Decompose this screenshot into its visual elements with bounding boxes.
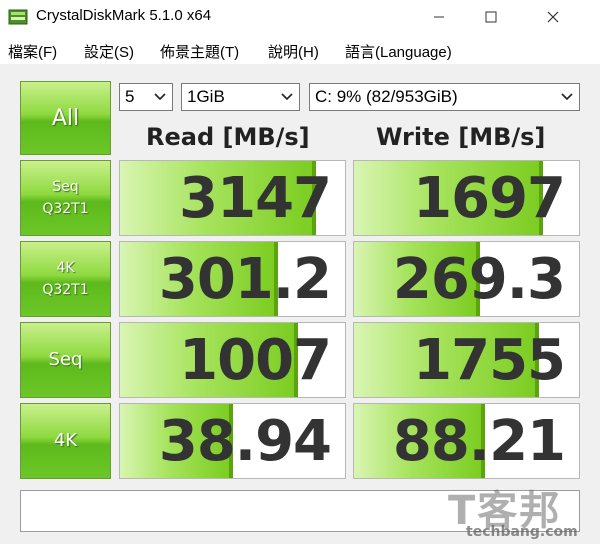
menu-theme[interactable]: 佈景主題(T) (160, 41, 239, 62)
read-header: Read [MB/s] (146, 123, 310, 151)
techbang-watermark: T客邦 techbang.com (440, 478, 600, 544)
4k-q32t1-button[interactable]: 4K Q32T1 (20, 241, 111, 317)
chevron-down-icon (281, 93, 293, 101)
write-value: 88.21 (392, 409, 566, 474)
write-value: 1755 (413, 328, 566, 393)
close-button[interactable] (530, 0, 576, 34)
seq-q32t1-write-cell: 1697 (353, 160, 580, 236)
test-size-select[interactable]: 1GiB (181, 83, 300, 111)
read-value: 1007 (179, 328, 332, 393)
disk-app-icon (8, 9, 28, 25)
read-value: 3147 (179, 166, 332, 231)
close-icon (547, 11, 559, 23)
watermark-url: techbang.com (466, 524, 578, 540)
row-label-line1: 4K (56, 260, 75, 276)
all-button[interactable]: All (20, 81, 111, 155)
4k-write-cell: 88.21 (353, 403, 580, 479)
read-value: 301.2 (158, 247, 332, 312)
write-value: 1697 (413, 166, 566, 231)
menu-language[interactable]: 語言(Language) (345, 41, 452, 62)
4k-q32t1-write-cell: 269.3 (353, 241, 580, 317)
row-label-line1: Seq (48, 349, 83, 370)
row-label-line2: Q32T1 (42, 282, 89, 298)
drive-select[interactable]: C: 9% (82/953GiB) (309, 83, 580, 111)
drive-value: C: 9% (82/953GiB) (315, 87, 458, 106)
test-count-select[interactable]: 5 (119, 83, 173, 111)
4k-q32t1-read-cell: 301.2 (119, 241, 346, 317)
menu-settings[interactable]: 設定(S) (84, 41, 134, 62)
minimize-icon (434, 16, 444, 18)
crystaldiskmark-window: CrystalDiskMark 5.1.0 x64 檔案(F) 設定(S) 佈景… (0, 0, 600, 544)
minimize-button[interactable] (416, 0, 462, 34)
read-value: 38.94 (158, 409, 332, 474)
title-bar: CrystalDiskMark 5.1.0 x64 (0, 0, 600, 34)
chevron-down-icon (154, 93, 166, 101)
seq-read-cell: 1007 (119, 322, 346, 398)
menu-bar: 檔案(F) 設定(S) 佈景主題(T) 說明(H) 語言(Language) (0, 34, 600, 64)
chevron-down-icon (561, 93, 573, 101)
test-size-value: 1GiB (187, 87, 225, 106)
row-label-line2: Q32T1 (42, 201, 89, 217)
maximize-icon (485, 11, 497, 23)
4k-button[interactable]: 4K (20, 403, 111, 479)
seq-q32t1-read-cell: 3147 (119, 160, 346, 236)
write-value: 269.3 (392, 247, 566, 312)
row-label-line1: 4K (53, 430, 78, 451)
maximize-button[interactable] (468, 0, 514, 34)
write-header: Write [MB/s] (376, 123, 546, 151)
test-count-value: 5 (125, 87, 135, 106)
menu-help[interactable]: 說明(H) (268, 41, 319, 62)
menu-file[interactable]: 檔案(F) (8, 41, 57, 62)
window-title: CrystalDiskMark 5.1.0 x64 (36, 7, 212, 24)
all-button-label: All (51, 105, 80, 131)
seq-button[interactable]: Seq (20, 322, 111, 398)
seq-q32t1-button[interactable]: Seq Q32T1 (20, 160, 111, 236)
4k-read-cell: 38.94 (119, 403, 346, 479)
seq-write-cell: 1755 (353, 322, 580, 398)
row-label-line1: Seq (52, 179, 79, 195)
